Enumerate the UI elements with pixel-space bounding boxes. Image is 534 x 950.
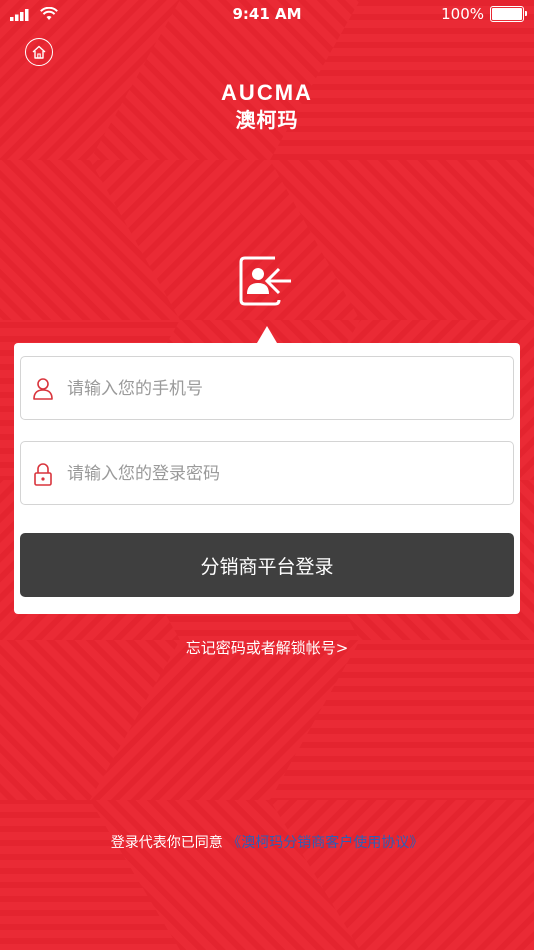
battery-icon	[490, 6, 527, 22]
phone-input[interactable]	[65, 357, 509, 421]
agreement-prefix: 登录代表你已同意	[110, 835, 223, 851]
home-button[interactable]	[25, 38, 53, 66]
battery-percent: 100%	[441, 5, 484, 23]
contact-login-icon	[239, 256, 291, 306]
password-field[interactable]	[20, 441, 514, 506]
password-input[interactable]	[65, 442, 509, 506]
agreement-link[interactable]: 《澳柯玛分销商客户使用协议》	[227, 835, 423, 851]
lock-icon	[34, 463, 52, 486]
phone-field[interactable]	[20, 356, 514, 421]
user-icon	[33, 378, 53, 400]
home-icon	[32, 45, 46, 59]
logo-english: AUCMA	[221, 80, 313, 105]
distributor-login-button[interactable]: 分销商平台登录	[20, 533, 514, 597]
status-right: 100%	[441, 5, 527, 23]
logo-chinese: 澳柯玛	[235, 108, 299, 132]
login-card: 分销商平台登录	[14, 343, 520, 614]
brand-logo: AUCMA 澳柯玛	[0, 80, 534, 133]
status-bar: 9:41 AM 100%	[0, 0, 534, 30]
agreement-text: 登录代表你已同意 《澳柯玛分销商客户使用协议》	[0, 832, 534, 852]
card-pointer	[257, 326, 277, 343]
forgot-password-link[interactable]: 忘记密码或者解锁帐号>	[0, 637, 534, 658]
